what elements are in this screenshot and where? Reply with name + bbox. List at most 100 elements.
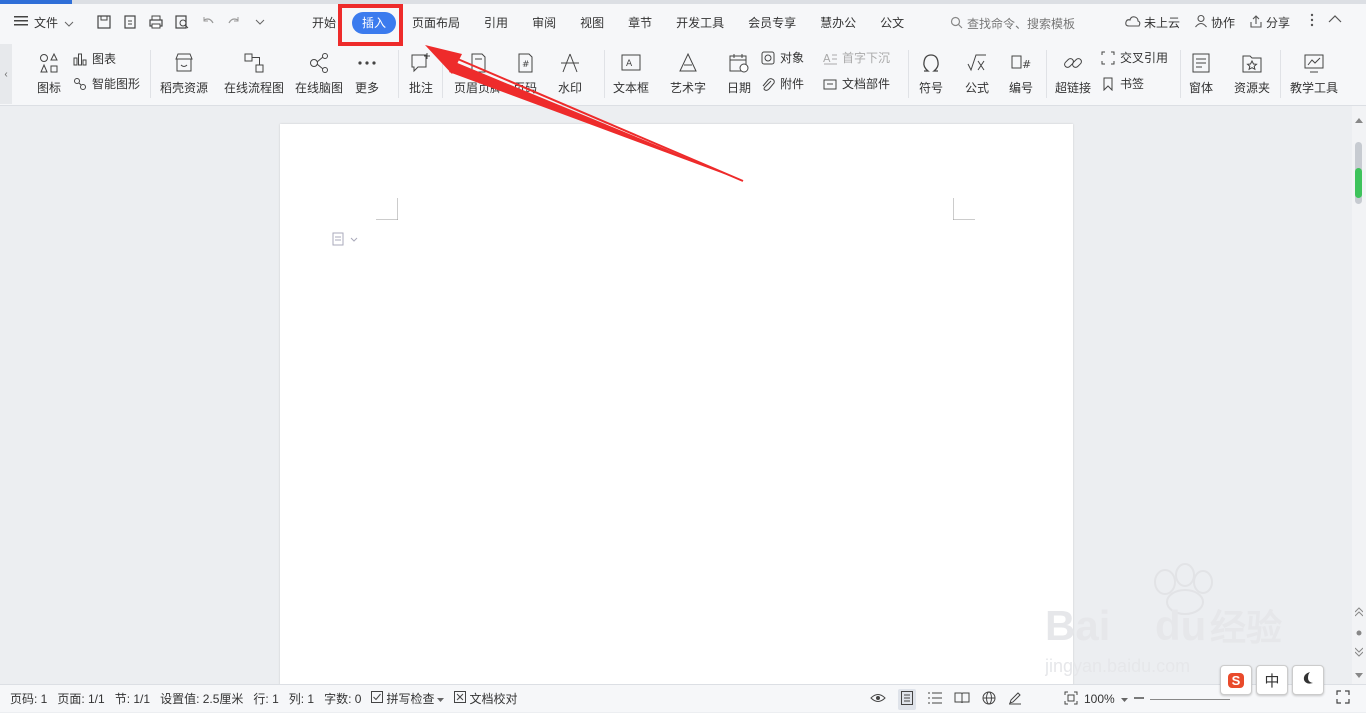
tab-page-layout[interactable]: 页面布局: [400, 10, 472, 36]
bookmark-button[interactable]: 书签: [1100, 75, 1144, 92]
command-search[interactable]: 查找命令、搜索模板: [950, 15, 1075, 32]
tab-insert[interactable]: 插入: [352, 12, 397, 34]
smart-art-button[interactable]: 智能图形: [72, 75, 140, 92]
tab-reference[interactable]: 引用: [472, 10, 520, 36]
doc-proofread-button[interactable]: 文档校对: [454, 690, 517, 707]
online-mindmap-button[interactable]: 在线脑图: [295, 50, 343, 96]
status-pages[interactable]: 页面: 1/1: [57, 690, 104, 707]
wordart-button[interactable]: 艺术字: [670, 50, 706, 96]
tab-member[interactable]: 会员专享: [736, 10, 808, 36]
undo-icon[interactable]: [198, 12, 218, 32]
web-view-icon[interactable]: [982, 691, 996, 708]
more-button[interactable]: 更多: [354, 50, 380, 96]
page-number-button[interactable]: # 页码: [512, 50, 538, 96]
document-page[interactable]: [280, 124, 1073, 694]
status-setting[interactable]: 设置值: 2.5厘米: [160, 690, 243, 707]
reading-view-icon[interactable]: [954, 692, 970, 707]
tab-official-doc[interactable]: 公文: [868, 10, 916, 36]
textbox-button[interactable]: A 文本框: [613, 50, 649, 96]
status-section[interactable]: 节: 1/1: [115, 690, 150, 707]
status-row[interactable]: 行: 1: [253, 690, 278, 707]
comment-button[interactable]: 批注: [408, 50, 434, 96]
date-button[interactable]: 日期: [726, 50, 752, 96]
print-icon[interactable]: [146, 12, 166, 32]
hyperlink-button[interactable]: 超链接: [1055, 50, 1091, 96]
share-icon: [1249, 14, 1263, 31]
tab-start[interactable]: 开始: [300, 10, 348, 36]
form-button[interactable]: 窗体: [1188, 50, 1214, 96]
tab-smart-office[interactable]: 慧办公: [808, 10, 868, 36]
status-words[interactable]: 字数: 0: [324, 690, 361, 707]
header-footer-label: 页眉页脚: [454, 81, 503, 95]
status-col[interactable]: 列: 1: [289, 690, 314, 707]
cloud-status-button[interactable]: 未上云: [1125, 14, 1180, 31]
ribbon-scroll-left[interactable]: ‹: [0, 44, 12, 104]
attachment-button[interactable]: 附件: [760, 75, 804, 92]
collapse-ribbon-icon[interactable]: [1328, 13, 1342, 30]
ime-language-button[interactable]: 中: [1256, 665, 1288, 695]
numbering-button[interactable]: # 编号: [1008, 50, 1034, 96]
fullscreen-icon[interactable]: [1336, 690, 1350, 707]
file-menu[interactable]: 文件: [14, 14, 74, 31]
ime-moon-button[interactable]: [1292, 665, 1324, 695]
comment-button-label: 批注: [408, 81, 433, 95]
next-page-icon[interactable]: [1354, 646, 1364, 660]
share-button[interactable]: 分享: [1249, 14, 1290, 31]
vertical-scrollbar[interactable]: [1352, 106, 1366, 684]
watermark-label: 水印: [557, 81, 582, 95]
zoom-level[interactable]: 100%: [1084, 692, 1115, 706]
print-preview-icon[interactable]: [172, 12, 192, 32]
chevron-down-icon: [64, 16, 74, 30]
online-flowchart-button[interactable]: 在线流程图: [224, 50, 284, 96]
export-pdf-icon[interactable]: [120, 12, 140, 32]
textbox-icon: A: [618, 50, 644, 76]
doc-parts-button[interactable]: 文档部件: [822, 75, 890, 92]
tab-section[interactable]: 章节: [616, 10, 664, 36]
tab-developer[interactable]: 开发工具: [664, 10, 736, 36]
symbol-button[interactable]: 符号: [918, 50, 944, 96]
teaching-tools-button[interactable]: 教学工具: [1290, 50, 1338, 96]
cross-reference-button[interactable]: 交叉引用: [1100, 49, 1168, 66]
object-button[interactable]: 对象: [760, 49, 804, 66]
tab-view[interactable]: 视图: [568, 10, 616, 36]
tab-review[interactable]: 审阅: [520, 10, 568, 36]
collaborate-button[interactable]: 协作: [1194, 14, 1235, 31]
ribbon-tabs: 开始 插入 页面布局 引用 审阅 视图 章节 开发工具 会员专享 慧办公 公文: [300, 10, 916, 36]
outline-view-icon[interactable]: [928, 692, 942, 707]
cross-reference-label: 交叉引用: [1120, 51, 1169, 65]
chart-button[interactable]: 图表: [72, 50, 116, 67]
symbol-label: 符号: [918, 81, 943, 95]
header-footer-button[interactable]: 页眉页脚: [454, 50, 502, 96]
scroll-down-icon[interactable]: [1355, 668, 1363, 682]
zoom-slider[interactable]: [1149, 698, 1230, 700]
scroll-up-icon[interactable]: [1355, 112, 1363, 126]
redo-icon[interactable]: [224, 12, 244, 32]
page-view-icon[interactable]: [898, 688, 916, 710]
select-browse-icon[interactable]: [1355, 626, 1363, 640]
fit-page-icon[interactable]: [1064, 691, 1078, 708]
sogou-ime-button[interactable]: S: [1220, 665, 1252, 695]
save-icon[interactable]: [94, 12, 114, 32]
formula-icon: [964, 50, 990, 76]
spell-check-button[interactable]: 拼写检查: [371, 690, 445, 707]
icon-button[interactable]: 图标: [36, 50, 62, 96]
watermark-button[interactable]: 水印: [557, 50, 583, 96]
daoke-resource-button[interactable]: 稻壳资源: [160, 50, 208, 96]
caret-down-icon[interactable]: [1120, 692, 1128, 706]
drop-cap-button[interactable]: A 首字下沉: [822, 49, 890, 66]
bookmark-label: 书签: [1120, 77, 1145, 91]
more-options-icon[interactable]: [1310, 13, 1314, 30]
customize-qat-icon[interactable]: [250, 12, 270, 32]
proofread-icon: [454, 691, 467, 706]
write-view-icon[interactable]: [1008, 691, 1022, 708]
eye-protection-icon[interactable]: [870, 692, 886, 707]
status-page-code[interactable]: 页码: 1: [10, 690, 47, 707]
paste-options-icon[interactable]: [332, 232, 358, 249]
chart-button-label: 图表: [92, 52, 117, 66]
formula-button[interactable]: 公式: [964, 50, 990, 96]
svg-text:A: A: [626, 59, 633, 69]
zoom-out-icon[interactable]: [1133, 692, 1144, 706]
resource-folder-button[interactable]: 资源夹: [1234, 50, 1270, 96]
prev-page-icon[interactable]: [1354, 606, 1364, 620]
scrollbar-thumb[interactable]: [1355, 142, 1362, 204]
